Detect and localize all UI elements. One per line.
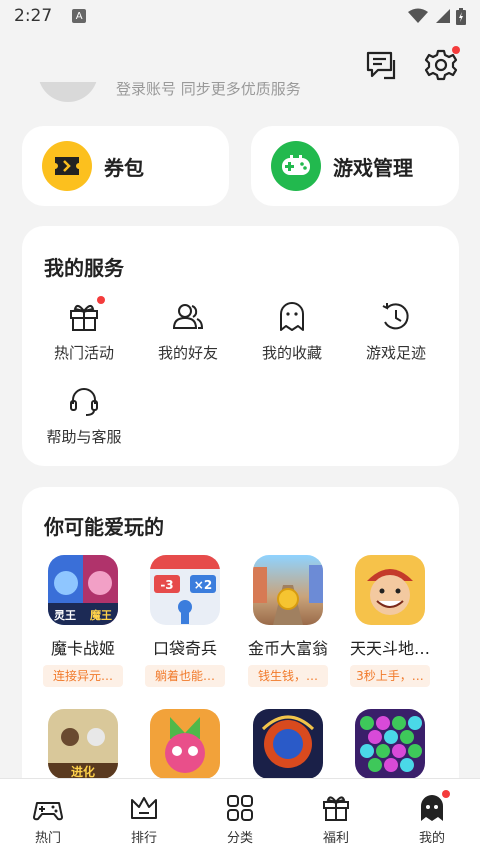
service-item-my-favorites[interactable]: 我的收藏 [242, 300, 342, 363]
history-icon [379, 300, 413, 334]
messages-icon [366, 51, 396, 80]
coupon-card[interactable]: 券包 [22, 126, 229, 206]
game-name: 口袋奇兵 [152, 639, 217, 658]
game-item-doudizhu[interactable]: 天天斗地… 3秒上手，… [342, 555, 438, 687]
game-management-icon-circle [271, 141, 321, 191]
service-item-help-support[interactable]: 帮助与客服 [34, 384, 134, 447]
wifi-icon [408, 8, 428, 23]
gamepad-icon [33, 793, 63, 823]
recommended-games-card: 你可能爱玩的 灵王 魔王 魔卡战姬 连接异元… -3 ×2 口袋奇兵 躺着也能…… [22, 487, 459, 807]
hot-activity-dot [97, 296, 105, 304]
crown-icon [129, 793, 159, 823]
status-time: 2:27 [14, 6, 53, 26]
game-tag: 躺着也能… [145, 665, 225, 687]
game-item-jinbi[interactable]: 金币大富翁 钱生钱，… [240, 555, 336, 687]
settings-button[interactable] [424, 46, 460, 82]
game-item-koudai[interactable]: -3 ×2 口袋奇兵 躺着也能… [137, 555, 233, 687]
game-icon-text: 进化 [71, 764, 95, 779]
coupon-icon-circle [42, 141, 92, 191]
coupon-label: 券包 [104, 155, 144, 180]
game-icon-evolution[interactable]: 进化 [48, 709, 118, 779]
status-right-icons [408, 7, 466, 25]
service-label: 我的好友 [157, 344, 218, 362]
service-label: 帮助与客服 [46, 428, 122, 446]
ticket-icon [55, 157, 79, 175]
signal-icon [436, 9, 450, 23]
game-icon-text-left: -3 [160, 578, 173, 592]
status-bar: 2:27 A [0, 0, 480, 32]
service-item-my-friends[interactable]: 我的好友 [138, 300, 238, 363]
game-management-label: 游戏管理 [333, 155, 413, 180]
gift-box-icon [321, 793, 351, 823]
tab-category[interactable]: 分类 [192, 779, 288, 854]
tab-label: 排行 [130, 831, 157, 846]
tab-welfare[interactable]: 福利 [288, 779, 384, 854]
gift-icon [67, 296, 105, 334]
bottom-tab-bar: 热门 排行 分类 福利 我的 [0, 778, 480, 854]
game-name: 天天斗地… [349, 639, 430, 658]
my-services-card: 我的服务 热门活动 我的好友 我的收藏 游戏足迹 帮助与客服 [22, 226, 459, 466]
game-management-card[interactable]: 游戏管理 [251, 126, 459, 206]
avatar[interactable] [38, 82, 98, 102]
tab-ranking[interactable]: 排行 [96, 779, 192, 854]
game-tag: 连接异元… [43, 665, 123, 687]
header-actions [364, 46, 460, 82]
messages-button[interactable] [364, 48, 398, 82]
game-tag: 钱生钱，… [248, 665, 328, 687]
game-name: 金币大富翁 [247, 639, 328, 658]
game-item-row2-3[interactable] [240, 709, 336, 779]
game-item-row2-2[interactable] [137, 709, 233, 779]
game-icon-koudai[interactable]: -3 ×2 [150, 555, 220, 625]
mine-notification-dot [442, 790, 450, 798]
game-icon-bird[interactable] [150, 709, 220, 779]
game-icon-text-left: 灵王 [54, 609, 76, 622]
ghost-avatar-icon [417, 790, 450, 823]
services-title: 我的服务 [44, 256, 124, 280]
game-item-moka[interactable]: 灵王 魔王 魔卡战姬 连接异元… [35, 555, 131, 687]
service-label: 热门活动 [53, 344, 114, 362]
game-icon-bubbles[interactable] [355, 709, 425, 779]
tab-label: 我的 [418, 831, 445, 846]
profile-subtitle: 登录账号 同步更多优质服务 [116, 82, 301, 98]
game-icon-jinbi[interactable] [253, 555, 323, 625]
tab-label: 热门 [34, 831, 61, 846]
notification-a-icon: A [72, 9, 87, 23]
ghost-icon [275, 300, 309, 334]
service-item-hot-activity[interactable]: 热门活动 [34, 296, 134, 363]
game-icon-moka[interactable]: 灵王 魔王 [48, 555, 118, 625]
recommend-title: 你可能爱玩的 [44, 515, 164, 539]
game-item-row2-4[interactable] [342, 709, 438, 779]
game-icon-text-right: ×2 [194, 578, 212, 592]
service-item-game-history[interactable]: 游戏足迹 [346, 300, 446, 363]
game-icon-dragon[interactable] [253, 709, 323, 779]
game-icon-doudizhu[interactable] [355, 555, 425, 625]
game-tag: 3秒上手，… [350, 665, 430, 687]
profile-header-peek[interactable]: 登录账号 同步更多优质服务 [38, 82, 338, 108]
service-label: 我的收藏 [261, 344, 322, 362]
settings-notification-dot [452, 46, 460, 54]
battery-icon [456, 7, 466, 25]
tab-label: 福利 [322, 831, 349, 846]
tab-label: 分类 [226, 831, 253, 846]
tab-mine[interactable]: 我的 [384, 779, 480, 854]
service-label: 游戏足迹 [365, 344, 426, 362]
game-icon-text-right: 魔王 [90, 608, 112, 622]
tab-hot[interactable]: 热门 [0, 779, 96, 854]
headset-icon [67, 384, 101, 418]
game-item-row2-1[interactable]: 进化 [35, 709, 131, 779]
friends-icon [171, 300, 205, 334]
grid-icon [225, 793, 255, 823]
game-name: 魔卡战姬 [50, 639, 115, 658]
gamepad-icon [282, 155, 310, 175]
